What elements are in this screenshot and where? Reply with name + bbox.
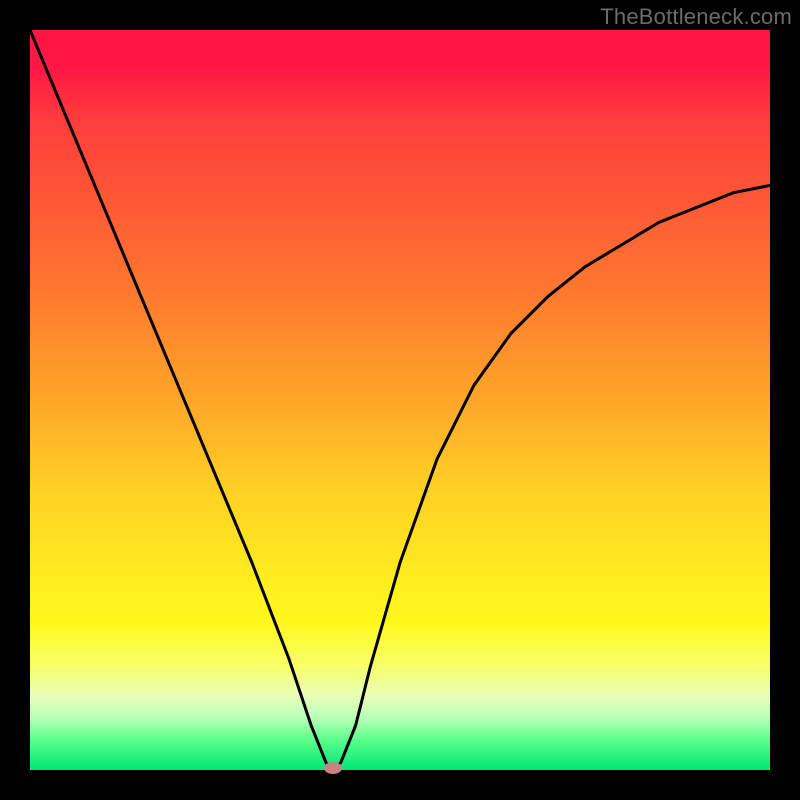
- plot-background-gradient: [30, 30, 770, 770]
- optimal-marker-icon: [324, 762, 342, 774]
- chart-frame: TheBottleneck.com: [0, 0, 800, 800]
- watermark-text: TheBottleneck.com: [600, 4, 792, 30]
